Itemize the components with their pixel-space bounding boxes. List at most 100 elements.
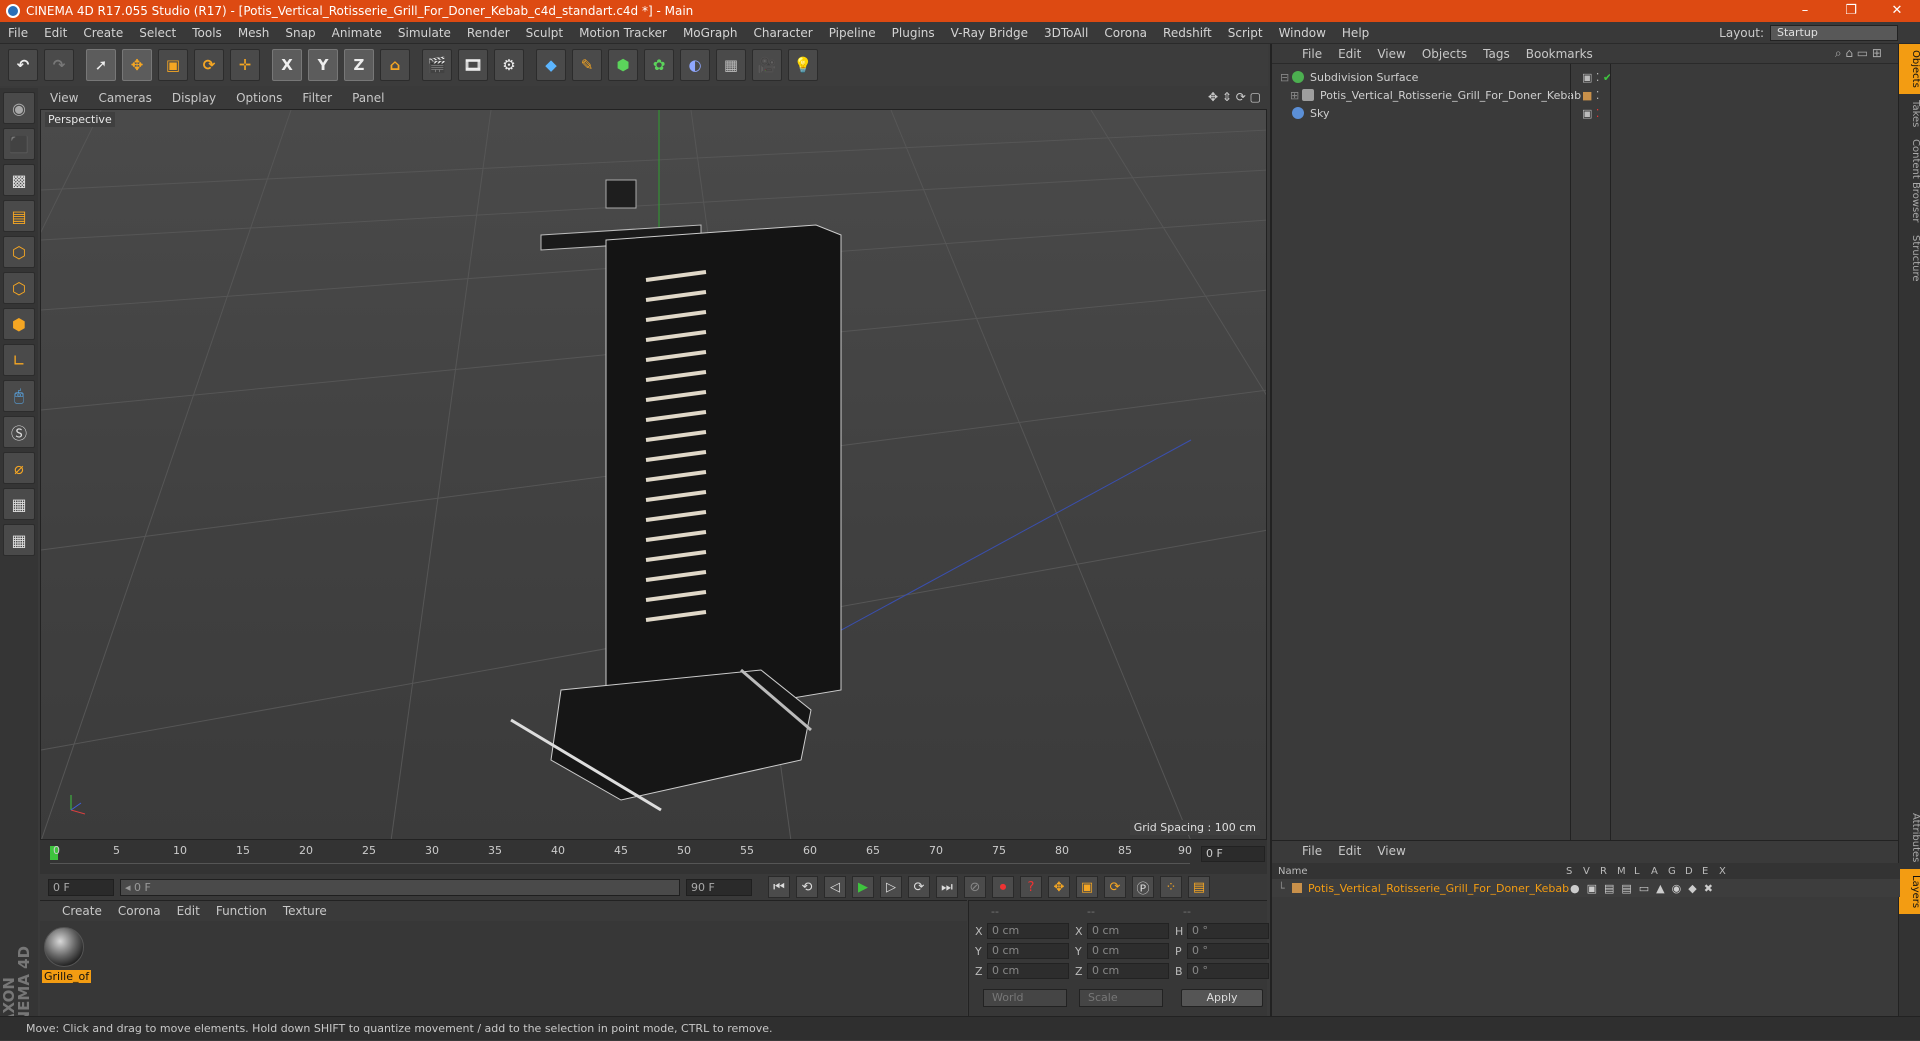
solo-mode-icon[interactable]: Ⓢ	[3, 416, 35, 448]
object-row-rotisserie-grill[interactable]: ⊞ Potis_Vertical_Rotisserie_Grill_For_Do…	[1280, 86, 1890, 104]
record-keys-icon[interactable]: ⏺	[992, 876, 1014, 898]
scale-tool-icon[interactable]: ▣	[158, 49, 188, 81]
visibility-dots-icon[interactable]: ▣ ⁚	[1582, 107, 1599, 120]
layer-toggle-icons[interactable]: ●▣▤▤▭▲◉◆✖	[1570, 882, 1720, 895]
object-menu-tags[interactable]: Tags	[1475, 47, 1518, 61]
object-row-subdivision-surface[interactable]: ⊟ Subdivision Surface ▣ ⁚ ✔	[1280, 68, 1890, 86]
object-name[interactable]: Sky	[1310, 107, 1329, 120]
layer-col-a[interactable]: A	[1651, 866, 1668, 877]
transform-tool-icon[interactable]: ✛	[230, 49, 260, 81]
light-icon[interactable]: 💡	[788, 49, 818, 81]
layout-dropdown[interactable]: Startup	[1770, 25, 1898, 41]
end-frame-field[interactable]: 90 F	[686, 879, 752, 896]
menu-corona[interactable]: Corona	[1096, 22, 1155, 44]
layer-col-v[interactable]: V	[1583, 866, 1600, 877]
layer-name[interactable]: Potis_Vertical_Rotisserie_Grill_For_Done…	[1308, 882, 1570, 895]
object-menu-edit[interactable]: Edit	[1330, 47, 1369, 61]
start-frame-field[interactable]: 0 F	[48, 879, 114, 896]
array-mograph-icon[interactable]: ✿	[644, 49, 674, 81]
menu-window[interactable]: Window	[1271, 22, 1334, 44]
menu-render[interactable]: Render	[459, 22, 518, 44]
tab-content-browser[interactable]: Content Browser	[1899, 133, 1920, 228]
axis-mode-icon[interactable]: ∟	[3, 344, 35, 376]
play-icon[interactable]: ▶	[852, 876, 874, 898]
menu-simulate[interactable]: Simulate	[390, 22, 459, 44]
render-settings-icon[interactable]: ⚙	[494, 49, 524, 81]
coordinate-system-icon[interactable]: ⌂	[380, 49, 410, 81]
menu-edit[interactable]: Edit	[36, 22, 75, 44]
viewport-menu-panel[interactable]: Panel	[342, 91, 394, 105]
z-axis-lock-button[interactable]: Z	[344, 49, 374, 81]
undo-icon[interactable]: ↶	[8, 49, 38, 81]
key-scale-icon[interactable]: ▣	[1076, 876, 1098, 898]
perspective-viewport[interactable]: Perspective Grid Spacing : 100 cm	[40, 109, 1267, 840]
pen-spline-icon[interactable]: ✎	[572, 49, 602, 81]
model-mode-icon[interactable]: ⬛	[3, 128, 35, 160]
key-rotation-icon[interactable]: ⟳	[1104, 876, 1126, 898]
material-name[interactable]: Grille_of	[42, 970, 91, 983]
previous-key-icon[interactable]: ⟲	[796, 876, 818, 898]
current-frame-field[interactable]: 0 F	[1201, 846, 1265, 862]
texture-mode-icon[interactable]: ▩	[3, 164, 35, 196]
menu-pipeline[interactable]: Pipeline	[821, 22, 884, 44]
edge-mode-icon[interactable]: ⬡	[3, 272, 35, 304]
object-menu-file[interactable]: File	[1294, 47, 1330, 61]
menu-animate[interactable]: Animate	[324, 22, 390, 44]
tab-layers[interactable]: Layers	[1899, 869, 1920, 914]
key-parameter-icon[interactable]: Ⓟ	[1132, 876, 1154, 898]
layer-col-d[interactable]: D	[1685, 866, 1702, 877]
menu-mesh[interactable]: Mesh	[230, 22, 278, 44]
layer-col-e[interactable]: E	[1702, 866, 1719, 877]
object-search-icon[interactable]: ⌕ ⌂ ▭ ⊞	[1827, 46, 1890, 61]
coordinate-mode-dropdown[interactable]: World	[983, 989, 1067, 1007]
tab-attributes[interactable]: Attributes	[1899, 807, 1920, 868]
tab-takes[interactable]: Takes	[1899, 94, 1920, 133]
viewport-menu-options[interactable]: Options	[226, 91, 292, 105]
object-menu-objects[interactable]: Objects	[1414, 47, 1475, 61]
y-axis-lock-button[interactable]: Y	[308, 49, 338, 81]
layer-col-m[interactable]: M	[1617, 866, 1634, 877]
layer-menu-file[interactable]: File	[1294, 844, 1330, 858]
position-y-field[interactable]: 0 cm	[987, 943, 1069, 959]
menu-3dtoall[interactable]: 3DToAll	[1036, 22, 1096, 44]
material-menu-corona[interactable]: Corona	[110, 904, 169, 918]
material-menu-function[interactable]: Function	[208, 904, 275, 918]
object-name[interactable]: Potis_Vertical_Rotisserie_Grill_For_Done…	[1320, 89, 1581, 102]
menu-file[interactable]: File	[0, 22, 36, 44]
object-row-sky[interactable]: Sky ▣ ⁚	[1280, 104, 1890, 122]
position-x-field[interactable]: 0 cm	[987, 923, 1069, 939]
menu-select[interactable]: Select	[131, 22, 184, 44]
deformer-icon[interactable]: ◐	[680, 49, 710, 81]
snap-magnet-icon[interactable]: ⌀	[3, 452, 35, 484]
viewport-navigation-icons[interactable]: ✥ ⇕ ⟳ ▢	[1208, 90, 1261, 104]
tab-structure[interactable]: Structure	[1899, 229, 1920, 288]
redo-icon[interactable]: ↷	[44, 49, 74, 81]
camera-icon[interactable]: 🎥	[752, 49, 782, 81]
make-editable-icon[interactable]: ◉	[3, 92, 35, 124]
maximize-button[interactable]: ❐	[1828, 0, 1874, 22]
material-menu-edit[interactable]: Edit	[169, 904, 208, 918]
frame-range-slider[interactable]: ◂ 0 F	[120, 879, 680, 896]
menu-mograph[interactable]: MoGraph	[675, 22, 746, 44]
object-menu-bookmarks[interactable]: Bookmarks	[1518, 47, 1601, 61]
visibility-dots-icon[interactable]: ▣ ⁚ ✔	[1582, 71, 1612, 84]
key-position-icon[interactable]: ✥	[1048, 876, 1070, 898]
rotation-b-field[interactable]: 0 °	[1187, 963, 1269, 979]
layer-col-g[interactable]: G	[1668, 866, 1685, 877]
menu-create[interactable]: Create	[75, 22, 131, 44]
menu-script[interactable]: Script	[1220, 22, 1271, 44]
render-view-icon[interactable]: 🎬	[422, 49, 452, 81]
size-x-field[interactable]: 0 cm	[1087, 923, 1169, 939]
viewport-menu-filter[interactable]: Filter	[292, 91, 342, 105]
rotisserie-grill-model[interactable]	[511, 180, 841, 810]
minimize-button[interactable]: –	[1782, 0, 1828, 22]
layer-col-x[interactable]: X	[1719, 866, 1736, 877]
workplane-lock-icon[interactable]: ▦	[3, 488, 35, 520]
menu-motion-tracker[interactable]: Motion Tracker	[571, 22, 675, 44]
object-name[interactable]: Subdivision Surface	[1310, 71, 1418, 84]
material-menu-create[interactable]: Create	[54, 904, 110, 918]
layer-col-r[interactable]: R	[1600, 866, 1617, 877]
subdivision-nurbs-icon[interactable]: ⬢	[608, 49, 638, 81]
go-to-end-icon[interactable]: ⏭	[936, 876, 958, 898]
menu-vray-bridge[interactable]: V-Ray Bridge	[943, 22, 1036, 44]
